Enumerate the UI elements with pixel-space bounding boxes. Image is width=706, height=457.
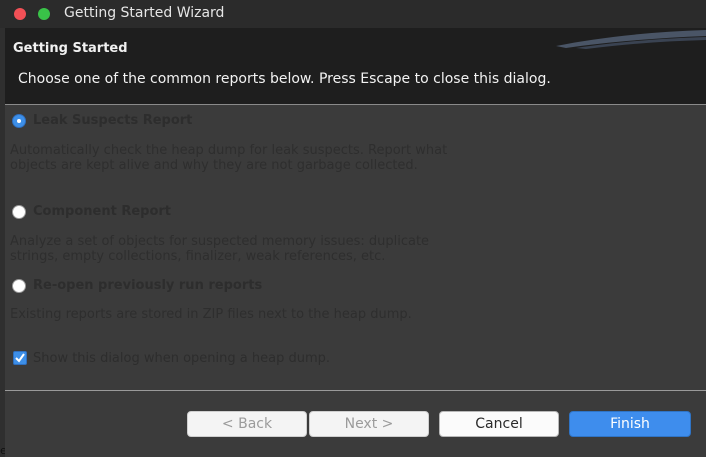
maximize-window-button[interactable]: [38, 8, 50, 20]
close-window-button[interactable]: [14, 8, 26, 20]
title-bar: Getting Started Wizard: [0, 0, 706, 28]
window-title: Getting Started Wizard: [64, 5, 225, 21]
reopen-reports-description: Existing reports are stored in ZIP files…: [10, 307, 412, 322]
cancel-button[interactable]: Cancel: [439, 411, 559, 437]
wizard-content: Leak Suspects Report Automatically check…: [5, 105, 706, 390]
finish-button[interactable]: Finish: [569, 411, 691, 437]
page-description: Choose one of the common reports below. …: [18, 71, 551, 87]
reopen-reports-radio[interactable]: [12, 279, 26, 293]
component-report-label[interactable]: Component Report: [33, 204, 171, 219]
wizard-banner: Getting Started Choose one of the common…: [5, 28, 706, 104]
component-report-description: Analyze a set of objects for suspected m…: [10, 234, 430, 264]
banner-decoration: [556, 30, 706, 49]
reopen-reports-label[interactable]: Re-open previously run reports: [33, 278, 262, 293]
back-button[interactable]: < Back: [187, 411, 307, 437]
leak-suspects-description: Automatically check the heap dump for le…: [10, 143, 448, 173]
page-title: Getting Started: [13, 41, 128, 56]
leak-suspects-label[interactable]: Leak Suspects Report: [33, 113, 192, 128]
next-button[interactable]: Next >: [309, 411, 429, 437]
show-dialog-checkbox[interactable]: [13, 351, 27, 365]
checkmark-icon: [15, 353, 25, 363]
show-dialog-label[interactable]: Show this dialog when opening a heap dum…: [33, 351, 330, 366]
leak-suspects-radio[interactable]: [12, 114, 26, 128]
component-report-radio[interactable]: [12, 205, 26, 219]
